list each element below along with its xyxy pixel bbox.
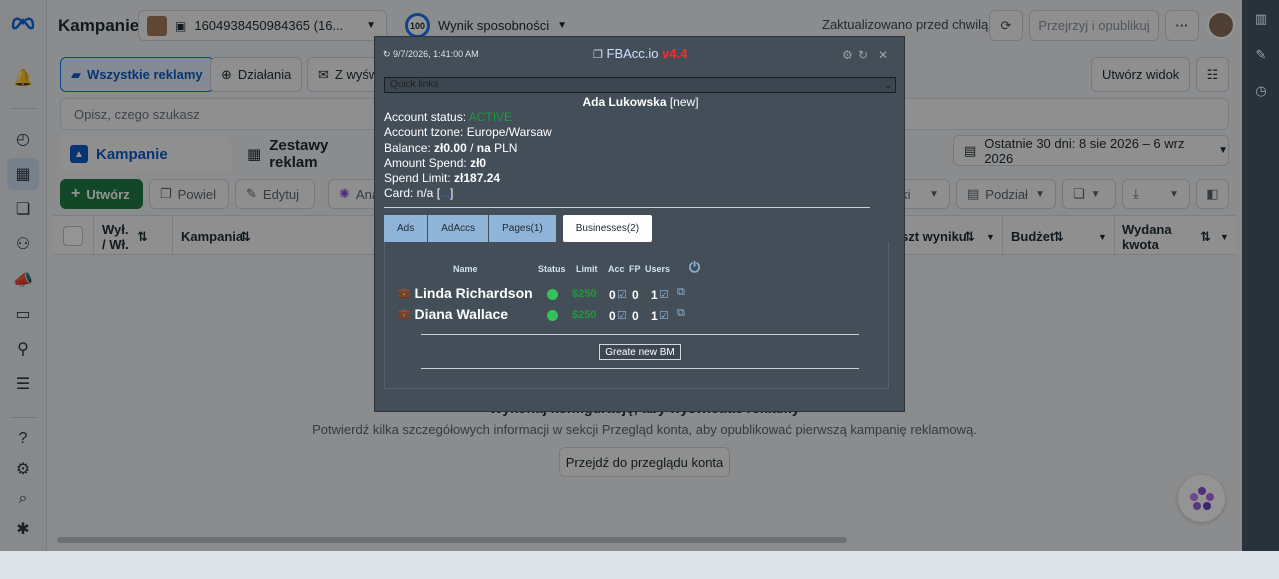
pencil-icon[interactable]: ✎	[1252, 46, 1270, 64]
business-row[interactable]: 💼 Diana Wallace	[398, 306, 508, 322]
edit-square-icon[interactable]: ☑	[659, 309, 669, 322]
close-icon[interactable]: ✕	[878, 48, 888, 62]
account-name-text: Ada Lukowska	[582, 95, 667, 109]
brand-name: FBAcc.io	[606, 46, 659, 61]
status-value: ACTIVE	[468, 110, 513, 124]
account-details: Account status: ACTIVE Account tzone: Eu…	[384, 110, 552, 202]
briefcase-icon: 💼	[398, 287, 411, 299]
col-name: Name	[453, 264, 478, 274]
bottom-strip	[0, 551, 1279, 579]
limit-value: zł187.24	[454, 171, 501, 186]
col-acc: Acc	[608, 264, 625, 274]
business-fp: 0	[632, 288, 639, 302]
tab-adaccs[interactable]: AdAccs	[428, 215, 489, 242]
business-limit: $250	[572, 288, 597, 300]
card-link[interactable]: ...	[440, 186, 450, 200]
limit-line: Spend Limit: zł187.24	[384, 171, 552, 186]
edit-square-icon[interactable]: ☑	[659, 288, 669, 301]
tab-businesses[interactable]: Businesses(2)	[562, 215, 653, 242]
balance-separator: /	[466, 140, 477, 155]
refresh-icon[interactable]: ↻	[858, 48, 868, 62]
card-label: Card: n/a [	[384, 186, 441, 201]
business-acc: 0	[609, 309, 616, 323]
tzone-label: Account tzone:	[384, 125, 464, 140]
business-fp: 0	[632, 309, 639, 323]
status-line: Account status: ACTIVE	[384, 110, 552, 125]
balance-line: Balance: zł0.00 / na PLN	[384, 141, 552, 156]
balance-label: Balance:	[384, 140, 431, 155]
quick-links-label: Quick links	[390, 79, 439, 90]
popup-tabs: Ads AdAccs Pages(1) Businesses(2)	[384, 215, 653, 242]
status-dot	[547, 310, 558, 321]
business-name: Diana Wallace	[414, 306, 509, 322]
create-new-bm-button[interactable]: Greate new BM	[599, 344, 681, 360]
balance-value: zł0.00	[434, 140, 467, 155]
col-limit: Limit	[576, 264, 598, 274]
quick-links-select[interactable]: Quick links ⌄	[384, 77, 896, 93]
divider	[384, 207, 870, 208]
business-row[interactable]: 💼 Linda Richardson	[398, 285, 533, 301]
col-users: Users	[645, 264, 671, 274]
settings-gear-icon[interactable]: ⚙	[842, 48, 853, 62]
limit-label: Spend Limit:	[384, 171, 451, 186]
status-dot	[547, 289, 558, 300]
popup-brand[interactable]: ❐ FBAcc.io v4.4	[593, 46, 687, 61]
right-sidebar: ▥ ✎ ◷	[1242, 0, 1279, 551]
external-link-icon[interactable]: ⧉	[677, 286, 685, 299]
card-line: Card: n/a [...]	[384, 186, 552, 201]
briefcase-icon: 💼	[398, 308, 411, 320]
business-name: Linda Richardson	[414, 285, 533, 301]
balance-currency: PLN	[490, 140, 518, 155]
tzone-value: Europe/Warsaw	[466, 125, 552, 140]
divider	[421, 368, 859, 369]
balance-na: na	[476, 140, 491, 155]
col-status: Status	[538, 264, 566, 274]
external-link-icon[interactable]: ⧉	[677, 307, 685, 320]
power-refresh-icon[interactable]: ⏻	[689, 259, 700, 276]
chevron-down-icon: ⌄	[884, 80, 892, 90]
business-users: 1	[651, 288, 658, 302]
copy-icon: ❐	[593, 49, 603, 61]
fbacc-popup: ↻ 9/7/2026, 1:41:00 AM ❐ FBAcc.io v4.4 ⚙…	[374, 36, 905, 412]
col-fp: FP	[629, 264, 641, 274]
version-badge: v4.4	[662, 46, 688, 61]
divider	[421, 334, 859, 335]
bar-chart-icon[interactable]: ▥	[1252, 10, 1270, 28]
business-limit: $250	[572, 309, 597, 321]
account-name: Ada Lukowska [new]	[375, 95, 906, 109]
tzone-line: Account tzone: Europe/Warsaw	[384, 125, 552, 140]
business-users: 1	[651, 309, 658, 323]
card-close: ]	[450, 186, 454, 201]
clock-icon[interactable]: ◷	[1252, 82, 1270, 100]
spend-line: Amount Spend: zł0	[384, 156, 552, 171]
tab-ads[interactable]: Ads	[384, 215, 428, 242]
edit-square-icon[interactable]: ☑	[617, 309, 627, 322]
tab-pages[interactable]: Pages(1)	[489, 215, 556, 242]
edit-square-icon[interactable]: ☑	[617, 288, 627, 301]
popup-timestamp: ↻ 9/7/2026, 1:41:00 AM	[383, 49, 479, 59]
spend-value: zł0	[470, 155, 487, 170]
account-tag: [new]	[669, 95, 699, 109]
business-acc: 0	[609, 288, 616, 302]
spend-label: Amount Spend:	[384, 155, 467, 170]
status-label: Account status:	[384, 110, 467, 124]
